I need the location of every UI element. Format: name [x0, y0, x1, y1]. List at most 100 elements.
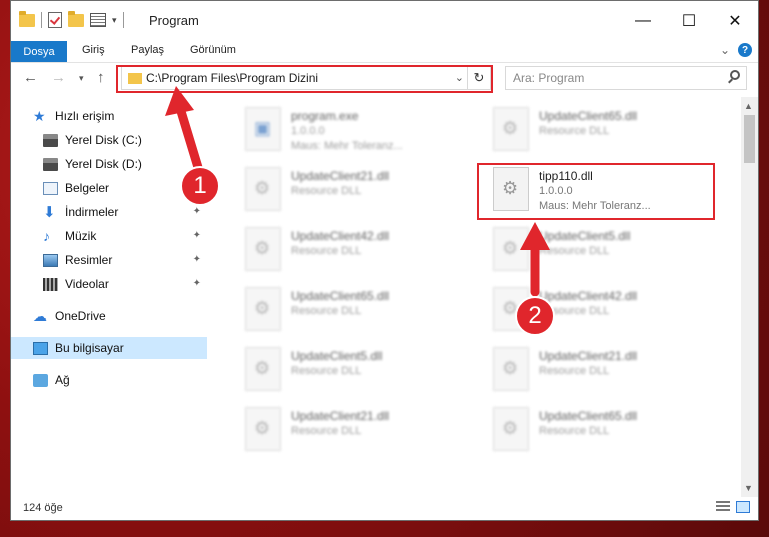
dll-file-icon [493, 107, 529, 151]
file-name: program.exe [291, 109, 359, 123]
sidebar-item-label: Resimler [65, 253, 113, 267]
sidebar-item-label: Videolar [65, 277, 109, 291]
exe-file-icon [245, 107, 281, 151]
sidebar-item-onedrive[interactable]: ☁ OneDrive [33, 305, 207, 327]
pin-icon[interactable]: ✦ [193, 278, 201, 289]
dll-file-icon [493, 407, 529, 451]
sidebar-item-music[interactable]: ♪ Müzik ✦ [43, 225, 207, 247]
customize-dropdown-icon[interactable]: ▾ [112, 15, 117, 26]
expand-ribbon-icon[interactable]: ⌄ [720, 43, 730, 57]
sidebar-item-label: OneDrive [55, 309, 106, 323]
file-item[interactable]: UpdateClient42.dll Resource DLL [241, 221, 481, 281]
help-icon[interactable]: ? [738, 43, 752, 57]
disk-icon [43, 133, 58, 147]
properties-check-icon[interactable] [48, 12, 62, 28]
sidebar-item-disk-c[interactable]: Yerel Disk (C:) [43, 129, 207, 151]
file-name: UpdateClient21.dll [539, 349, 638, 363]
window-controls: — ☐ ✕ [620, 1, 758, 41]
vertical-scrollbar[interactable]: ▲ ▼ [741, 97, 758, 497]
scroll-up-icon[interactable]: ▲ [744, 101, 753, 111]
dll-file-icon [245, 167, 281, 211]
sidebar-item-label: Bu bilgisayar [55, 341, 124, 355]
search-icon[interactable] [730, 70, 740, 80]
file-detail: Resource DLL [291, 365, 362, 377]
file-detail: Resource DLL [291, 305, 362, 317]
sidebar-item-pictures[interactable]: Resimler ✦ [43, 249, 207, 271]
search-input[interactable]: Ara: Program [505, 66, 747, 90]
item-count: 124 öğe [23, 502, 63, 514]
sidebar-item-label: İndirmeler [65, 205, 119, 219]
sidebar-item-label: Yerel Disk (C:) [65, 133, 142, 147]
tab-file[interactable]: Dosya [11, 41, 67, 62]
file-detail: 1.0.0.0 [291, 125, 325, 137]
sidebar-item-videos[interactable]: Videolar ✦ [43, 273, 207, 295]
file-name: UpdateClient65.dll [539, 109, 638, 123]
sidebar-item-this-pc[interactable]: Bu bilgisayar [11, 337, 207, 359]
file-item[interactable]: UpdateClient21.dll Resource DLL [489, 341, 729, 401]
file-item[interactable]: UpdateClient65.dll Resource DLL [489, 101, 729, 161]
file-item[interactable]: UpdateClient21.dll Resource DLL [241, 401, 481, 461]
cloud-icon: ☁ [33, 307, 47, 324]
forward-arrow-icon[interactable]: → [51, 69, 66, 86]
network-icon [33, 373, 48, 387]
scroll-down-icon[interactable]: ▼ [744, 483, 753, 493]
divider [41, 12, 42, 28]
explorer-window: ▾ Program — ☐ ✕ Dosya Giriş Paylaş Görün… [10, 0, 759, 521]
title-bar: ▾ Program — ☐ ✕ [11, 1, 758, 41]
computer-icon [33, 341, 48, 355]
star-icon: ★ [33, 107, 46, 124]
file-name: UpdateClient42.dll [291, 229, 390, 243]
maximize-button[interactable]: ☐ [666, 1, 712, 41]
pin-icon[interactable]: ✦ [193, 206, 201, 217]
large-icons-view-icon[interactable] [736, 501, 750, 513]
status-bar: 124 öğe [11, 496, 758, 520]
file-item[interactable]: program.exe 1.0.0.0 Maus: Mehr Toleranz.… [241, 101, 481, 161]
scrollbar-thumb[interactable] [744, 115, 755, 163]
sidebar-item-quick-access[interactable]: ★ Hızlı erişim [33, 105, 229, 127]
file-name: UpdateClient65.dll [539, 409, 638, 423]
back-arrow-icon[interactable]: ← [23, 69, 38, 86]
file-detail: Resource DLL [539, 365, 610, 377]
file-item[interactable]: UpdateClient5.dll Resource DLL [241, 341, 481, 401]
callout-badge-2: 2 [515, 296, 555, 336]
pin-icon[interactable]: ✦ [193, 254, 201, 265]
file-item[interactable]: UpdateClient65.dll Resource DLL [489, 401, 729, 461]
file-name: UpdateClient5.dll [291, 349, 383, 363]
file-item[interactable]: UpdateClient5.dll Resource DLL [489, 221, 729, 281]
dll-file-icon [493, 347, 529, 391]
file-item[interactable]: UpdateClient21.dll Resource DLL [241, 161, 481, 221]
documents-icon [43, 181, 58, 195]
tab-home[interactable]: Giriş [82, 44, 105, 56]
minimize-button[interactable]: — [620, 1, 666, 41]
search-placeholder: Ara: Program [513, 71, 585, 85]
sidebar-item-network[interactable]: Ağ [33, 369, 207, 391]
file-name: UpdateClient21.dll [291, 409, 390, 423]
properties-icon[interactable] [90, 13, 106, 27]
file-name: UpdateClient5.dll [539, 229, 631, 243]
tab-view[interactable]: Görünüm [190, 44, 236, 56]
tab-share[interactable]: Paylaş [131, 44, 164, 56]
window-title: Program [149, 13, 199, 28]
details-view-icon[interactable] [716, 501, 730, 513]
up-arrow-icon[interactable]: ↑ [97, 69, 105, 86]
music-icon: ♪ [43, 227, 50, 244]
close-button[interactable]: ✕ [712, 1, 758, 41]
recent-locations-icon[interactable]: ▾ [79, 73, 84, 84]
address-highlight-box [116, 65, 493, 93]
ribbon-right: ⌄ ? [720, 43, 752, 57]
download-icon: ⬇ [43, 203, 56, 221]
file-name: UpdateClient65.dll [291, 289, 390, 303]
sidebar-item-downloads[interactable]: ⬇ İndirmeler ✦ [43, 201, 207, 223]
new-folder-icon[interactable] [68, 10, 84, 27]
file-detail: Resource DLL [291, 245, 362, 257]
dll-file-icon [245, 407, 281, 451]
video-icon [43, 277, 58, 291]
pin-icon[interactable]: ✦ [193, 230, 201, 241]
file-detail: Resource DLL [539, 425, 610, 437]
pictures-icon [43, 253, 58, 267]
file-detail: Resource DLL [539, 125, 610, 137]
divider [122, 12, 124, 28]
file-item[interactable]: UpdateClient65.dll Resource DLL [241, 281, 481, 341]
sidebar-item-disk-d[interactable]: Yerel Disk (D:) [43, 153, 207, 175]
dll-file-icon [245, 347, 281, 391]
